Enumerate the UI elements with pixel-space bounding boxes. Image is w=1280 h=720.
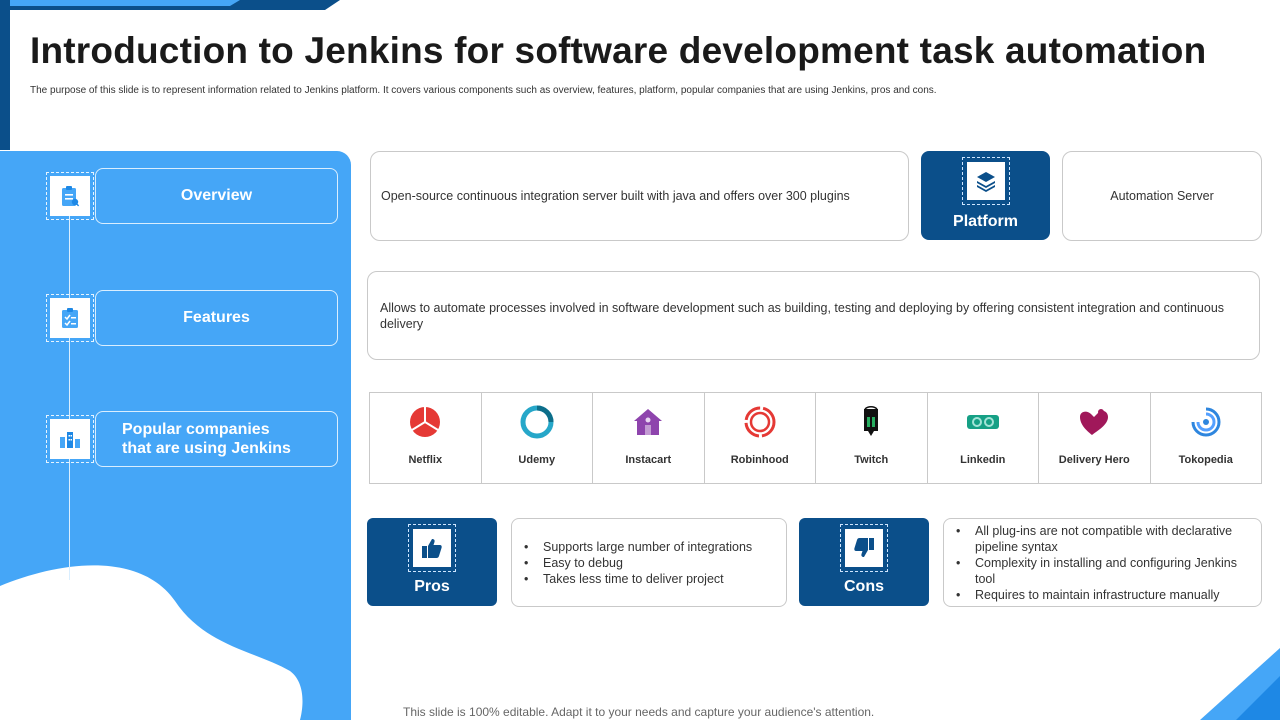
pros-icon-frame	[408, 524, 456, 572]
cons-list-card: All plug-ins are not compatible with dec…	[943, 518, 1262, 607]
twitch-logo-icon	[864, 406, 879, 436]
layers-icon	[976, 172, 995, 192]
company-name: Netflix	[408, 454, 443, 466]
pros-item: Supports large number of integrations	[522, 539, 776, 555]
cons-item: All plug-ins are not compatible with dec…	[954, 523, 1251, 555]
cons-icon-frame	[840, 524, 888, 572]
features-text: Allows to automate processes involved in…	[380, 300, 1225, 331]
features-card: Allows to automate processes involved in…	[367, 271, 1260, 360]
platform-header-box: Platform	[921, 151, 1050, 240]
thumbs-up-icon	[422, 539, 442, 558]
sidebar-item-companies-line1: Popular companies	[122, 421, 270, 438]
sidebar-item-features[interactable]: Features	[95, 290, 338, 346]
pros-list-card: Supports large number of integrations Ea…	[511, 518, 787, 607]
company-name: Delivery Hero	[1058, 454, 1130, 466]
left-edge-rule	[0, 0, 10, 150]
company-name: Linkedin	[960, 454, 1006, 466]
overview-card: Open-source continuous integration serve…	[370, 151, 909, 241]
sidebar-item-overview[interactable]: Overview	[95, 168, 338, 224]
company-linkedin: Linkedin	[928, 393, 1039, 483]
sidebar-timeline	[69, 215, 70, 580]
company-udemy: Udemy	[482, 393, 593, 483]
platform-value: Automation Server	[1110, 189, 1214, 203]
instacart-logo-icon	[634, 409, 663, 435]
cons-label: Cons	[844, 578, 884, 595]
thumbs-down-icon	[854, 538, 874, 557]
footer-note: This slide is 100% editable. Adapt it to…	[403, 705, 875, 719]
company-delivery-hero: Delivery Hero	[1039, 393, 1151, 483]
company-name: Udemy	[518, 454, 556, 466]
cons-item: Requires to maintain infrastructure manu…	[954, 587, 1251, 603]
netflix-logo-icon	[410, 407, 441, 437]
checklist-icon	[62, 308, 78, 328]
platform-icon-frame	[961, 157, 1010, 205]
cons-header-box: Cons	[799, 518, 929, 606]
overview-icon-frame	[46, 172, 94, 220]
companies-strip: Netflix Udemy Instacart Robinhood Twitch…	[369, 392, 1262, 484]
robinhood-logo-icon	[744, 406, 776, 438]
pros-item: Easy to debug	[522, 555, 776, 571]
company-name: Twitch	[854, 454, 889, 466]
company-netflix: Netflix	[370, 393, 482, 483]
linkedin-logo-icon	[966, 415, 999, 429]
company-name: Instacart	[625, 454, 672, 466]
clipboard-icon	[62, 186, 80, 207]
platform-value-card: Automation Server	[1062, 151, 1262, 241]
company-instacart: Instacart	[593, 393, 705, 483]
udemy-logo-icon	[520, 405, 554, 439]
top-left-corner-decoration	[0, 0, 340, 10]
company-tokopedia: Tokopedia	[1151, 393, 1262, 483]
pros-item: Takes less time to deliver project	[522, 571, 776, 587]
company-twitch: Twitch	[816, 393, 928, 483]
bottom-right-corner-decoration	[1200, 648, 1280, 720]
pros-label: Pros	[414, 578, 450, 595]
company-robinhood: Robinhood	[705, 393, 816, 483]
platform-label: Platform	[953, 213, 1018, 230]
delivery-hero-logo-icon	[1080, 409, 1109, 435]
features-icon-frame	[46, 294, 94, 342]
company-name: Robinhood	[730, 454, 789, 466]
pros-header-box: Pros	[367, 518, 497, 606]
sidebar-item-companies-line2: that are using Jenkins	[122, 440, 291, 457]
tokopedia-logo-icon	[1191, 407, 1221, 437]
sidebar-item-companies[interactable]: Popular companies that are using Jenkins	[95, 411, 338, 467]
cons-item: Complexity in installing and configuring…	[954, 555, 1251, 587]
companies-icon-frame	[46, 415, 94, 463]
building-chart-icon	[60, 432, 80, 448]
page-subtitle: The purpose of this slide is to represen…	[30, 85, 937, 96]
page-title: Introduction to Jenkins for software dev…	[30, 30, 1207, 71]
overview-text: Open-source continuous integration serve…	[381, 189, 850, 203]
company-name: Tokopedia	[1178, 454, 1233, 466]
